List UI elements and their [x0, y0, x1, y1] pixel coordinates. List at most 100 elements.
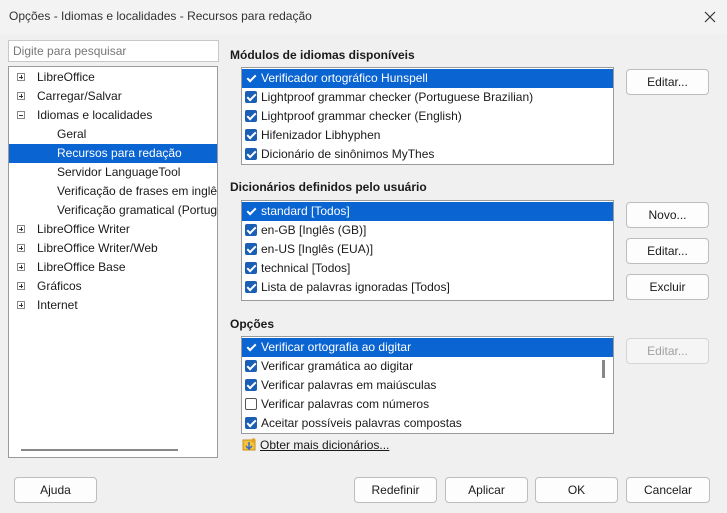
expand-icon[interactable]: [17, 263, 25, 271]
tree-item[interactable]: Recursos para redação: [9, 144, 217, 163]
checkbox-checked-icon[interactable]: [245, 417, 257, 429]
expand-icon[interactable]: [17, 301, 25, 309]
module-item[interactable]: Dicionário de sinônimos MyThes: [242, 145, 613, 164]
option-item[interactable]: Aceitar possíveis palavras compostas: [242, 414, 613, 433]
dictionary-delete-button[interactable]: Excluir: [626, 274, 709, 300]
module-item-label: Lightproof grammar checker (Portuguese B…: [261, 90, 534, 104]
dictionary-item[interactable]: standard [Todos]: [242, 202, 613, 221]
checkbox-checked-icon[interactable]: [245, 224, 257, 236]
modules-section-title: Módulos de idiomas disponíveis: [230, 48, 415, 62]
option-item[interactable]: Verificar gramática ao digitar: [242, 357, 613, 376]
dictionary-new-button[interactable]: Novo...: [626, 202, 709, 228]
help-button[interactable]: Ajuda: [14, 477, 97, 503]
tree-item-label: Verificação gramatical (Portugu: [57, 203, 217, 217]
tree-item[interactable]: Idiomas e localidades: [9, 106, 217, 125]
apply-button[interactable]: Aplicar: [445, 477, 528, 503]
dictionary-item-label: en-US [Inglês (EUA)]: [261, 242, 374, 256]
checkbox-checked-icon[interactable]: [245, 148, 257, 160]
tree-item-label: LibreOffice: [37, 70, 95, 84]
close-icon[interactable]: [699, 6, 721, 28]
collapse-icon[interactable]: [17, 111, 25, 119]
window-title: Opções - Idiomas e localidades - Recurso…: [9, 9, 312, 23]
options-edit-button[interactable]: Editar...: [626, 338, 709, 364]
checkbox-checked-icon[interactable]: [245, 72, 257, 84]
option-item[interactable]: Verificar ortografia ao digitar: [242, 338, 613, 357]
option-item-label: Verificar ortografia ao digitar: [261, 340, 412, 354]
checkbox-checked-icon[interactable]: [245, 281, 257, 293]
dictionary-edit-button[interactable]: Editar...: [626, 238, 709, 264]
options-list[interactable]: Verificar ortografia ao digitar Verificar…: [241, 336, 614, 434]
more-dictionaries-link[interactable]: Obter mais dicionários...: [260, 438, 389, 452]
tree-item[interactable]: Gráficos: [9, 277, 217, 296]
checkbox-checked-icon[interactable]: [245, 110, 257, 122]
option-item-label: Aceitar possíveis palavras compostas: [261, 416, 462, 430]
modules-edit-button[interactable]: Editar...: [626, 69, 709, 95]
tree-item-label: Geral: [57, 127, 87, 141]
tree-item[interactable]: LibreOffice Writer: [9, 220, 217, 239]
options-tree[interactable]: LibreOffice Carregar/Salvar Idiomas e loca…: [8, 66, 218, 458]
option-item-label: Verificar gramática ao digitar: [261, 359, 414, 373]
tree-item[interactable]: Verificação gramatical (Portugu: [9, 201, 217, 220]
download-dictionaries-icon: [242, 438, 256, 451]
modules-list[interactable]: Verificador ortográfico Hunspell Lightpro…: [241, 67, 614, 165]
module-item[interactable]: Lightproof grammar checker (Portuguese B…: [242, 88, 613, 107]
options-vertical-scrollbar[interactable]: [602, 360, 605, 378]
expand-icon[interactable]: [17, 92, 25, 100]
expand-icon[interactable]: [17, 244, 25, 252]
checkbox-checked-icon[interactable]: [245, 360, 257, 372]
title-bar: Opções - Idiomas e localidades - Recurso…: [0, 0, 727, 34]
tree-item[interactable]: Carregar/Salvar: [9, 87, 217, 106]
tree-item-label: Recursos para redação: [57, 146, 182, 160]
tree-item[interactable]: Geral: [9, 125, 217, 144]
search-input[interactable]: [8, 40, 219, 62]
tree-item-label: Gráficos: [37, 279, 82, 293]
dictionaries-list[interactable]: standard [Todos] en-GB [Inglês (GB)] en-US…: [241, 200, 614, 301]
checkbox-checked-icon[interactable]: [245, 91, 257, 103]
checkbox-checked-icon[interactable]: [245, 129, 257, 141]
checkbox-checked-icon[interactable]: [245, 379, 257, 391]
option-item[interactable]: Verificar palavras com números: [242, 395, 613, 414]
tree-item-label: Servidor LanguageTool: [57, 165, 181, 179]
dictionary-item[interactable]: technical [Todos]: [242, 259, 613, 278]
tree-item-label: LibreOffice Writer/Web: [37, 241, 158, 255]
expand-icon[interactable]: [17, 282, 25, 290]
checkbox-checked-icon[interactable]: [245, 262, 257, 274]
option-item[interactable]: Verificar palavras em maiúsculas: [242, 376, 613, 395]
dictionaries-section-title: Dicionários definidos pelo usuário: [230, 180, 427, 194]
tree-item[interactable]: Internet: [9, 296, 217, 315]
tree-horizontal-scrollbar[interactable]: [21, 449, 178, 451]
checkbox-checked-icon[interactable]: [245, 243, 257, 255]
tree-item-label: Carregar/Salvar: [37, 89, 122, 103]
cancel-button[interactable]: Cancelar: [626, 477, 710, 503]
module-item-label: Lightproof grammar checker (English): [261, 109, 462, 123]
dictionary-item[interactable]: Lista de palavras ignoradas [Todos]: [242, 278, 613, 297]
dictionary-item[interactable]: en-US [Inglês (EUA)]: [242, 240, 613, 259]
dictionary-item-label: Lista de palavras ignoradas [Todos]: [261, 280, 450, 294]
dictionary-item-label: standard [Todos]: [261, 204, 350, 218]
ok-button[interactable]: OK: [535, 477, 618, 503]
tree-item[interactable]: LibreOffice: [9, 68, 217, 87]
tree-item[interactable]: Servidor LanguageTool: [9, 163, 217, 182]
reset-button[interactable]: Redefinir: [354, 477, 437, 503]
tree-item-label: LibreOffice Base: [37, 260, 126, 274]
option-item-label: Verificar palavras em maiúsculas: [261, 378, 437, 392]
dictionary-item-label: en-GB [Inglês (GB)]: [261, 223, 367, 237]
module-item[interactable]: Hifenizador Libhyphen: [242, 126, 613, 145]
tree-item-label: Verificação de frases em inglês: [57, 184, 217, 198]
module-item[interactable]: Lightproof grammar checker (English): [242, 107, 613, 126]
tree-item[interactable]: Verificação de frases em inglês: [9, 182, 217, 201]
tree-item[interactable]: LibreOffice Base: [9, 258, 217, 277]
module-item[interactable]: Verificador ortográfico Hunspell: [242, 69, 613, 88]
checkbox-checked-icon[interactable]: [245, 341, 257, 353]
module-item-label: Hifenizador Libhyphen: [261, 128, 381, 142]
checkbox-unchecked-icon[interactable]: [245, 398, 257, 410]
expand-icon[interactable]: [17, 225, 25, 233]
tree-item[interactable]: LibreOffice Writer/Web: [9, 239, 217, 258]
module-item-label: Verificador ortográfico Hunspell: [261, 71, 428, 85]
dictionary-item[interactable]: en-GB [Inglês (GB)]: [242, 221, 613, 240]
module-item-label: Dicionário de sinônimos MyThes: [261, 147, 435, 161]
tree-item-label: Idiomas e localidades: [37, 108, 153, 122]
expand-icon[interactable]: [17, 73, 25, 81]
checkbox-checked-icon[interactable]: [245, 205, 257, 217]
option-item-label: Verificar palavras com números: [261, 397, 430, 411]
